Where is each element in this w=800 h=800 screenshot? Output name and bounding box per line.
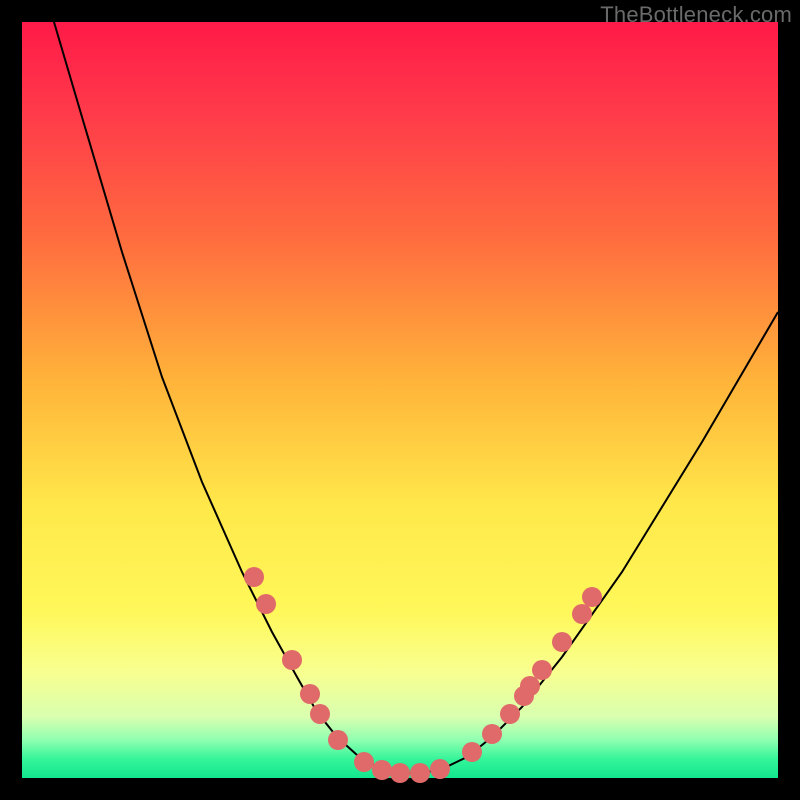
curve-marker [390,763,410,783]
curve-marker [256,594,276,614]
curve-marker [572,604,592,624]
curve-marker [500,704,520,724]
curve-marker [244,567,264,587]
watermark-text: TheBottleneck.com [600,2,792,28]
curve-marker [328,730,348,750]
curve-marker [482,724,502,744]
bottleneck-curve [54,22,778,773]
curve-marker [372,760,392,780]
curve-marker [410,763,430,783]
curve-marker [310,704,330,724]
curve-marker [552,632,572,652]
bottleneck-curve-path [54,22,778,773]
curve-marker [354,752,374,772]
curve-marker [520,676,540,696]
curve-marker [430,759,450,779]
curve-markers [244,567,602,783]
chart-frame [22,22,778,778]
curve-marker [462,742,482,762]
curve-marker [300,684,320,704]
chart-svg [22,22,778,778]
curve-marker [282,650,302,670]
curve-marker [532,660,552,680]
curve-marker [582,587,602,607]
